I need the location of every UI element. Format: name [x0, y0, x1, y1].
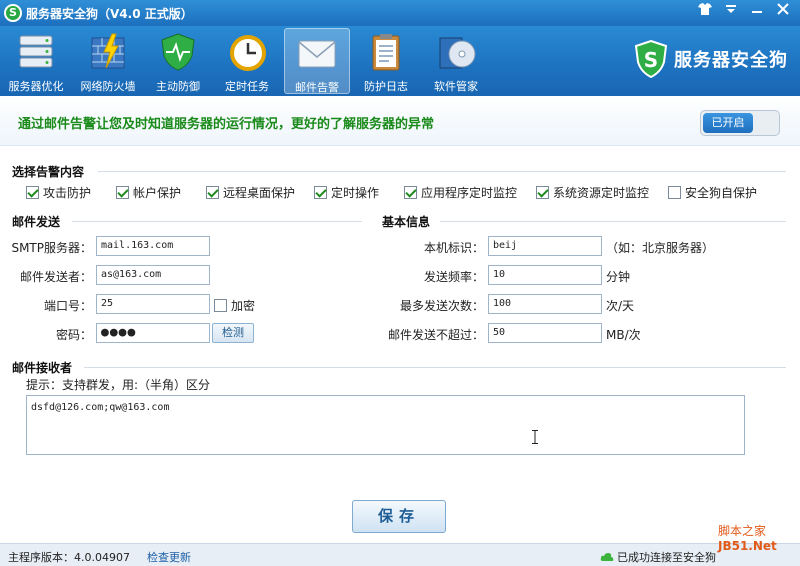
- svg-text:S: S: [644, 48, 658, 72]
- tool-firewall[interactable]: 网络防火墙: [75, 28, 141, 94]
- receivers-textarea[interactable]: dsfd@126.com;qw@163.com: [26, 395, 745, 455]
- size-limit-unit: MB/次: [606, 328, 641, 342]
- tool-mail-alert[interactable]: 邮件告警: [284, 28, 350, 94]
- sender-label: 邮件发送者：: [19, 270, 92, 284]
- mail-section-title: 邮件发送: [12, 215, 61, 229]
- checkbox-encrypt[interactable]: 加密: [214, 297, 255, 314]
- tool-server-optimize[interactable]: 服务器优化: [3, 28, 69, 94]
- receivers-section-title: 邮件接收者: [12, 361, 73, 375]
- sender-input[interactable]: as@163.com: [96, 265, 210, 285]
- firewall-icon: [91, 33, 125, 69]
- clipboard-icon: [372, 34, 400, 71]
- status-bar: 主程序版本：4.0.04907 检查更新 已成功连接至安全狗: [0, 543, 800, 566]
- password-input[interactable]: ●●●●: [96, 323, 210, 343]
- tool-label: 主动防御: [156, 80, 200, 93]
- brand-name: 服务器安全狗: [674, 50, 788, 71]
- password-label: 密码：: [55, 328, 92, 342]
- tool-label: 网络防火墙: [80, 80, 136, 93]
- size-limit-input[interactable]: 50: [488, 323, 602, 343]
- divider: [98, 171, 786, 172]
- tool-label: 服务器优化: [8, 80, 64, 93]
- brand: S 服务器安全狗: [634, 40, 788, 78]
- connection-status: 已成功连接至安全狗: [600, 549, 716, 565]
- max-sends-label: 最多发送次数：: [399, 299, 484, 313]
- mail-icon: [298, 40, 336, 68]
- cloud-icon: [600, 553, 614, 561]
- watermark-line1: 脚本之家: [718, 524, 767, 538]
- basic-section-title: 基本信息: [382, 215, 431, 229]
- smtp-label: SMTP服务器：: [11, 241, 92, 255]
- text-cursor-icon: [532, 430, 538, 444]
- test-button[interactable]: 检测: [212, 323, 254, 343]
- size-limit-label: 邮件发送不超过：: [387, 328, 484, 342]
- machine-id-input[interactable]: beij: [488, 236, 602, 256]
- divider: [440, 221, 786, 222]
- frequency-input[interactable]: 10: [488, 265, 602, 285]
- frequency-unit: 分钟: [606, 270, 631, 284]
- tool-software-manager[interactable]: 软件管家: [423, 28, 489, 94]
- divider: [72, 221, 362, 222]
- watermark-line2: JB51.Net: [718, 539, 777, 553]
- checkbox-account-protection[interactable]: 帐户保护: [116, 184, 181, 201]
- window-title: 服务器安全狗（V4.0 正式版）: [26, 7, 193, 21]
- tool-protection-log[interactable]: 防护日志: [353, 28, 419, 94]
- title-bar: S 服务器安全狗（V4.0 正式版）: [0, 0, 800, 26]
- save-button[interactable]: 保存: [352, 500, 446, 533]
- shield-icon: [161, 33, 195, 71]
- mail-alert-toggle[interactable]: 已开启: [700, 110, 780, 136]
- disc-icon: [439, 37, 476, 69]
- connection-text: 已成功连接至安全狗: [617, 551, 716, 564]
- info-banner: 通过邮件告警让您及时知道服务器的运行情况，更好的了解服务器的异常: [0, 96, 800, 146]
- server-icon: [19, 35, 53, 68]
- toggle-label: 已开启: [703, 113, 753, 133]
- tool-label: 软件管家: [434, 80, 478, 93]
- max-sends-unit: 次/天: [606, 299, 635, 313]
- version-text: 主程序版本：4.0.04907: [8, 551, 130, 564]
- close-icon[interactable]: [772, 3, 794, 21]
- menu-icon[interactable]: [720, 3, 742, 21]
- minimize-icon[interactable]: [746, 3, 768, 21]
- max-sends-input[interactable]: 100: [488, 294, 602, 314]
- checkbox-app-monitoring[interactable]: 应用程序定时监控: [404, 184, 517, 201]
- checkbox-remote-desktop-protection[interactable]: 远程桌面保护: [206, 184, 295, 201]
- tool-label: 邮件告警: [295, 81, 339, 94]
- clock-icon: [230, 35, 266, 71]
- tool-scheduled-tasks[interactable]: 定时任务: [214, 28, 280, 94]
- port-label: 端口号：: [43, 299, 92, 313]
- checkbox-scheduled-operation[interactable]: 定时操作: [314, 184, 379, 201]
- port-input[interactable]: 25: [96, 294, 210, 314]
- main-toolbar: 服务器优化 网络防火墙 主动防御 定时任务 邮件告警 防护日志 软件管家 S 服…: [0, 26, 800, 96]
- tool-active-defense[interactable]: 主动防御: [145, 28, 211, 94]
- check-update-link[interactable]: 检查更新: [147, 549, 191, 565]
- divider: [84, 367, 786, 368]
- app-logo-icon: S: [4, 4, 22, 22]
- tool-label: 定时任务: [225, 80, 269, 93]
- watermark: 脚本之家 JB51.Net: [718, 524, 777, 554]
- alerts-section-title: 选择告警内容: [12, 165, 85, 179]
- machine-id-label: 本机标识：: [423, 241, 484, 255]
- frequency-label: 发送频率：: [423, 270, 484, 284]
- skin-icon[interactable]: [694, 3, 716, 21]
- receivers-hint: 提示：支持群发，用:（半角）区分: [26, 378, 211, 392]
- checkbox-self-protection[interactable]: 安全狗自保护: [668, 184, 757, 201]
- checkbox-resource-monitoring[interactable]: 系统资源定时监控: [536, 184, 649, 201]
- tool-label: 防护日志: [364, 80, 408, 93]
- smtp-input[interactable]: mail.163.com: [96, 236, 210, 256]
- banner-text: 通过邮件告警让您及时知道服务器的运行情况，更好的了解服务器的异常: [18, 117, 435, 132]
- brand-shield-icon: S: [634, 40, 668, 78]
- checkbox-attack-protection[interactable]: 攻击防护: [26, 184, 91, 201]
- machine-id-hint: （如：北京服务器）: [606, 241, 715, 255]
